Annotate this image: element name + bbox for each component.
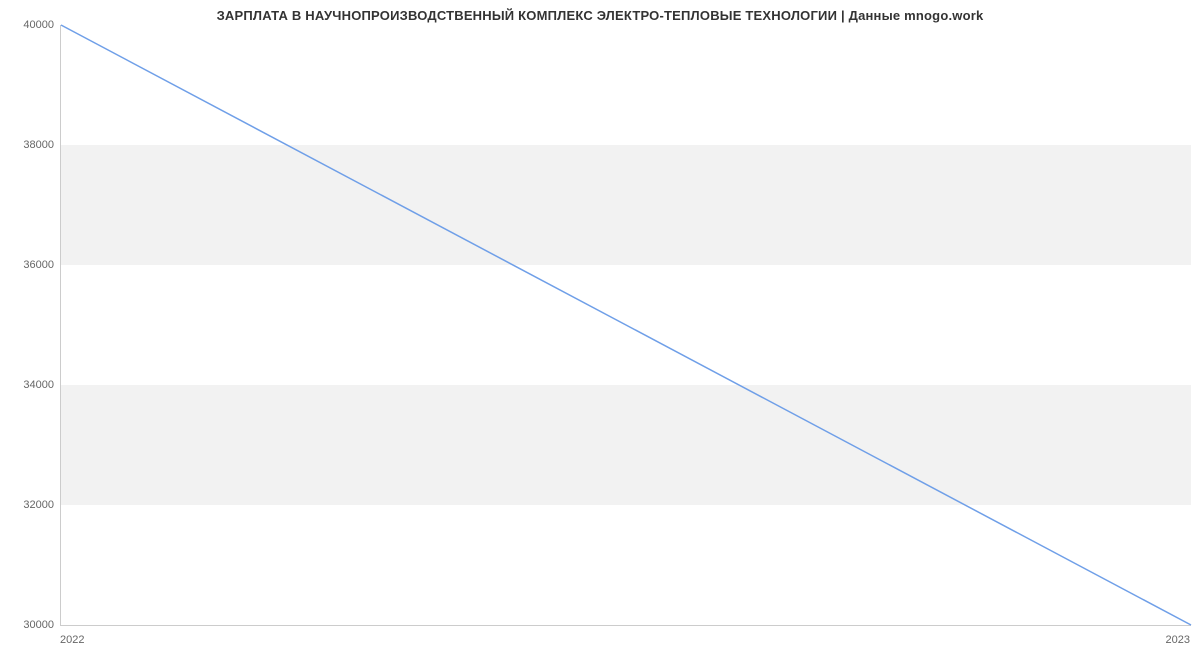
y-tick-label: 40000	[4, 19, 54, 31]
y-tick-label: 30000	[4, 619, 54, 631]
plot-area	[60, 25, 1191, 626]
x-tick-label: 2022	[60, 634, 84, 646]
y-tick-label: 32000	[4, 499, 54, 511]
y-tick-label: 38000	[4, 139, 54, 151]
series-line	[61, 25, 1191, 625]
chart-title: ЗАРПЛАТА В НАУЧНОПРОИЗВОДСТВЕННЫЙ КОМПЛЕ…	[0, 8, 1200, 23]
data-line	[61, 25, 1191, 625]
y-tick-label: 36000	[4, 259, 54, 271]
x-tick-label: 2023	[1166, 634, 1190, 646]
y-tick-label: 34000	[4, 379, 54, 391]
chart-container: ЗАРПЛАТА В НАУЧНОПРОИЗВОДСТВЕННЫЙ КОМПЛЕ…	[0, 0, 1200, 650]
